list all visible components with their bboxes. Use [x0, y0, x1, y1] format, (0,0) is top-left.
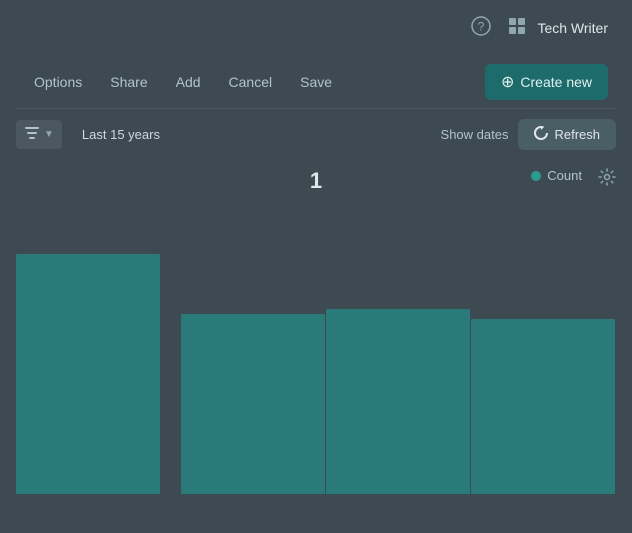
- refresh-icon: [534, 126, 548, 143]
- chevron-down-icon: ▼: [44, 129, 54, 140]
- options-button[interactable]: Options: [24, 68, 92, 96]
- create-new-label: Create new: [520, 74, 592, 90]
- grid-icon: [507, 16, 527, 41]
- top-bar: ? Tech Writer: [0, 0, 632, 56]
- save-button[interactable]: Save: [290, 68, 342, 96]
- share-button[interactable]: Share: [100, 68, 157, 96]
- legend-label: Count: [547, 168, 582, 183]
- chart-settings-button[interactable]: [598, 168, 616, 191]
- create-icon: ⊕: [501, 72, 514, 92]
- bar-1: [16, 254, 160, 494]
- show-dates-button[interactable]: Show dates: [441, 127, 509, 142]
- bar-3: [326, 309, 470, 494]
- help-button[interactable]: ?: [465, 10, 497, 47]
- help-icon: ?: [471, 16, 491, 41]
- refresh-button[interactable]: Refresh: [518, 119, 616, 150]
- bar-chart: [16, 214, 616, 494]
- grid-button[interactable]: [501, 10, 533, 47]
- date-range-label: Last 15 years: [74, 122, 168, 147]
- add-button[interactable]: Add: [166, 68, 211, 96]
- top-bar-right: ? Tech Writer: [465, 10, 616, 47]
- cancel-button[interactable]: Cancel: [219, 68, 283, 96]
- svg-text:?: ?: [478, 19, 485, 33]
- filter-bar: ▼ Last 15 years Show dates Refresh: [0, 109, 632, 160]
- chart-legend: Count: [531, 168, 582, 183]
- filter-select-button[interactable]: ▼: [16, 120, 62, 149]
- user-label: Tech Writer: [537, 20, 608, 36]
- toolbar: Options Share Add Cancel Save ⊕ Create n…: [0, 56, 632, 108]
- filter-icon: [24, 125, 40, 144]
- bar-4: [471, 319, 615, 494]
- chart-area: 1 Count: [0, 160, 632, 494]
- filter-bar-right: Show dates Refresh: [441, 119, 616, 150]
- refresh-label: Refresh: [554, 127, 600, 142]
- bar-2: [181, 314, 325, 494]
- create-new-button[interactable]: ⊕ Create new: [485, 64, 608, 100]
- chart-value: 1: [16, 168, 616, 194]
- legend-dot: [531, 171, 541, 181]
